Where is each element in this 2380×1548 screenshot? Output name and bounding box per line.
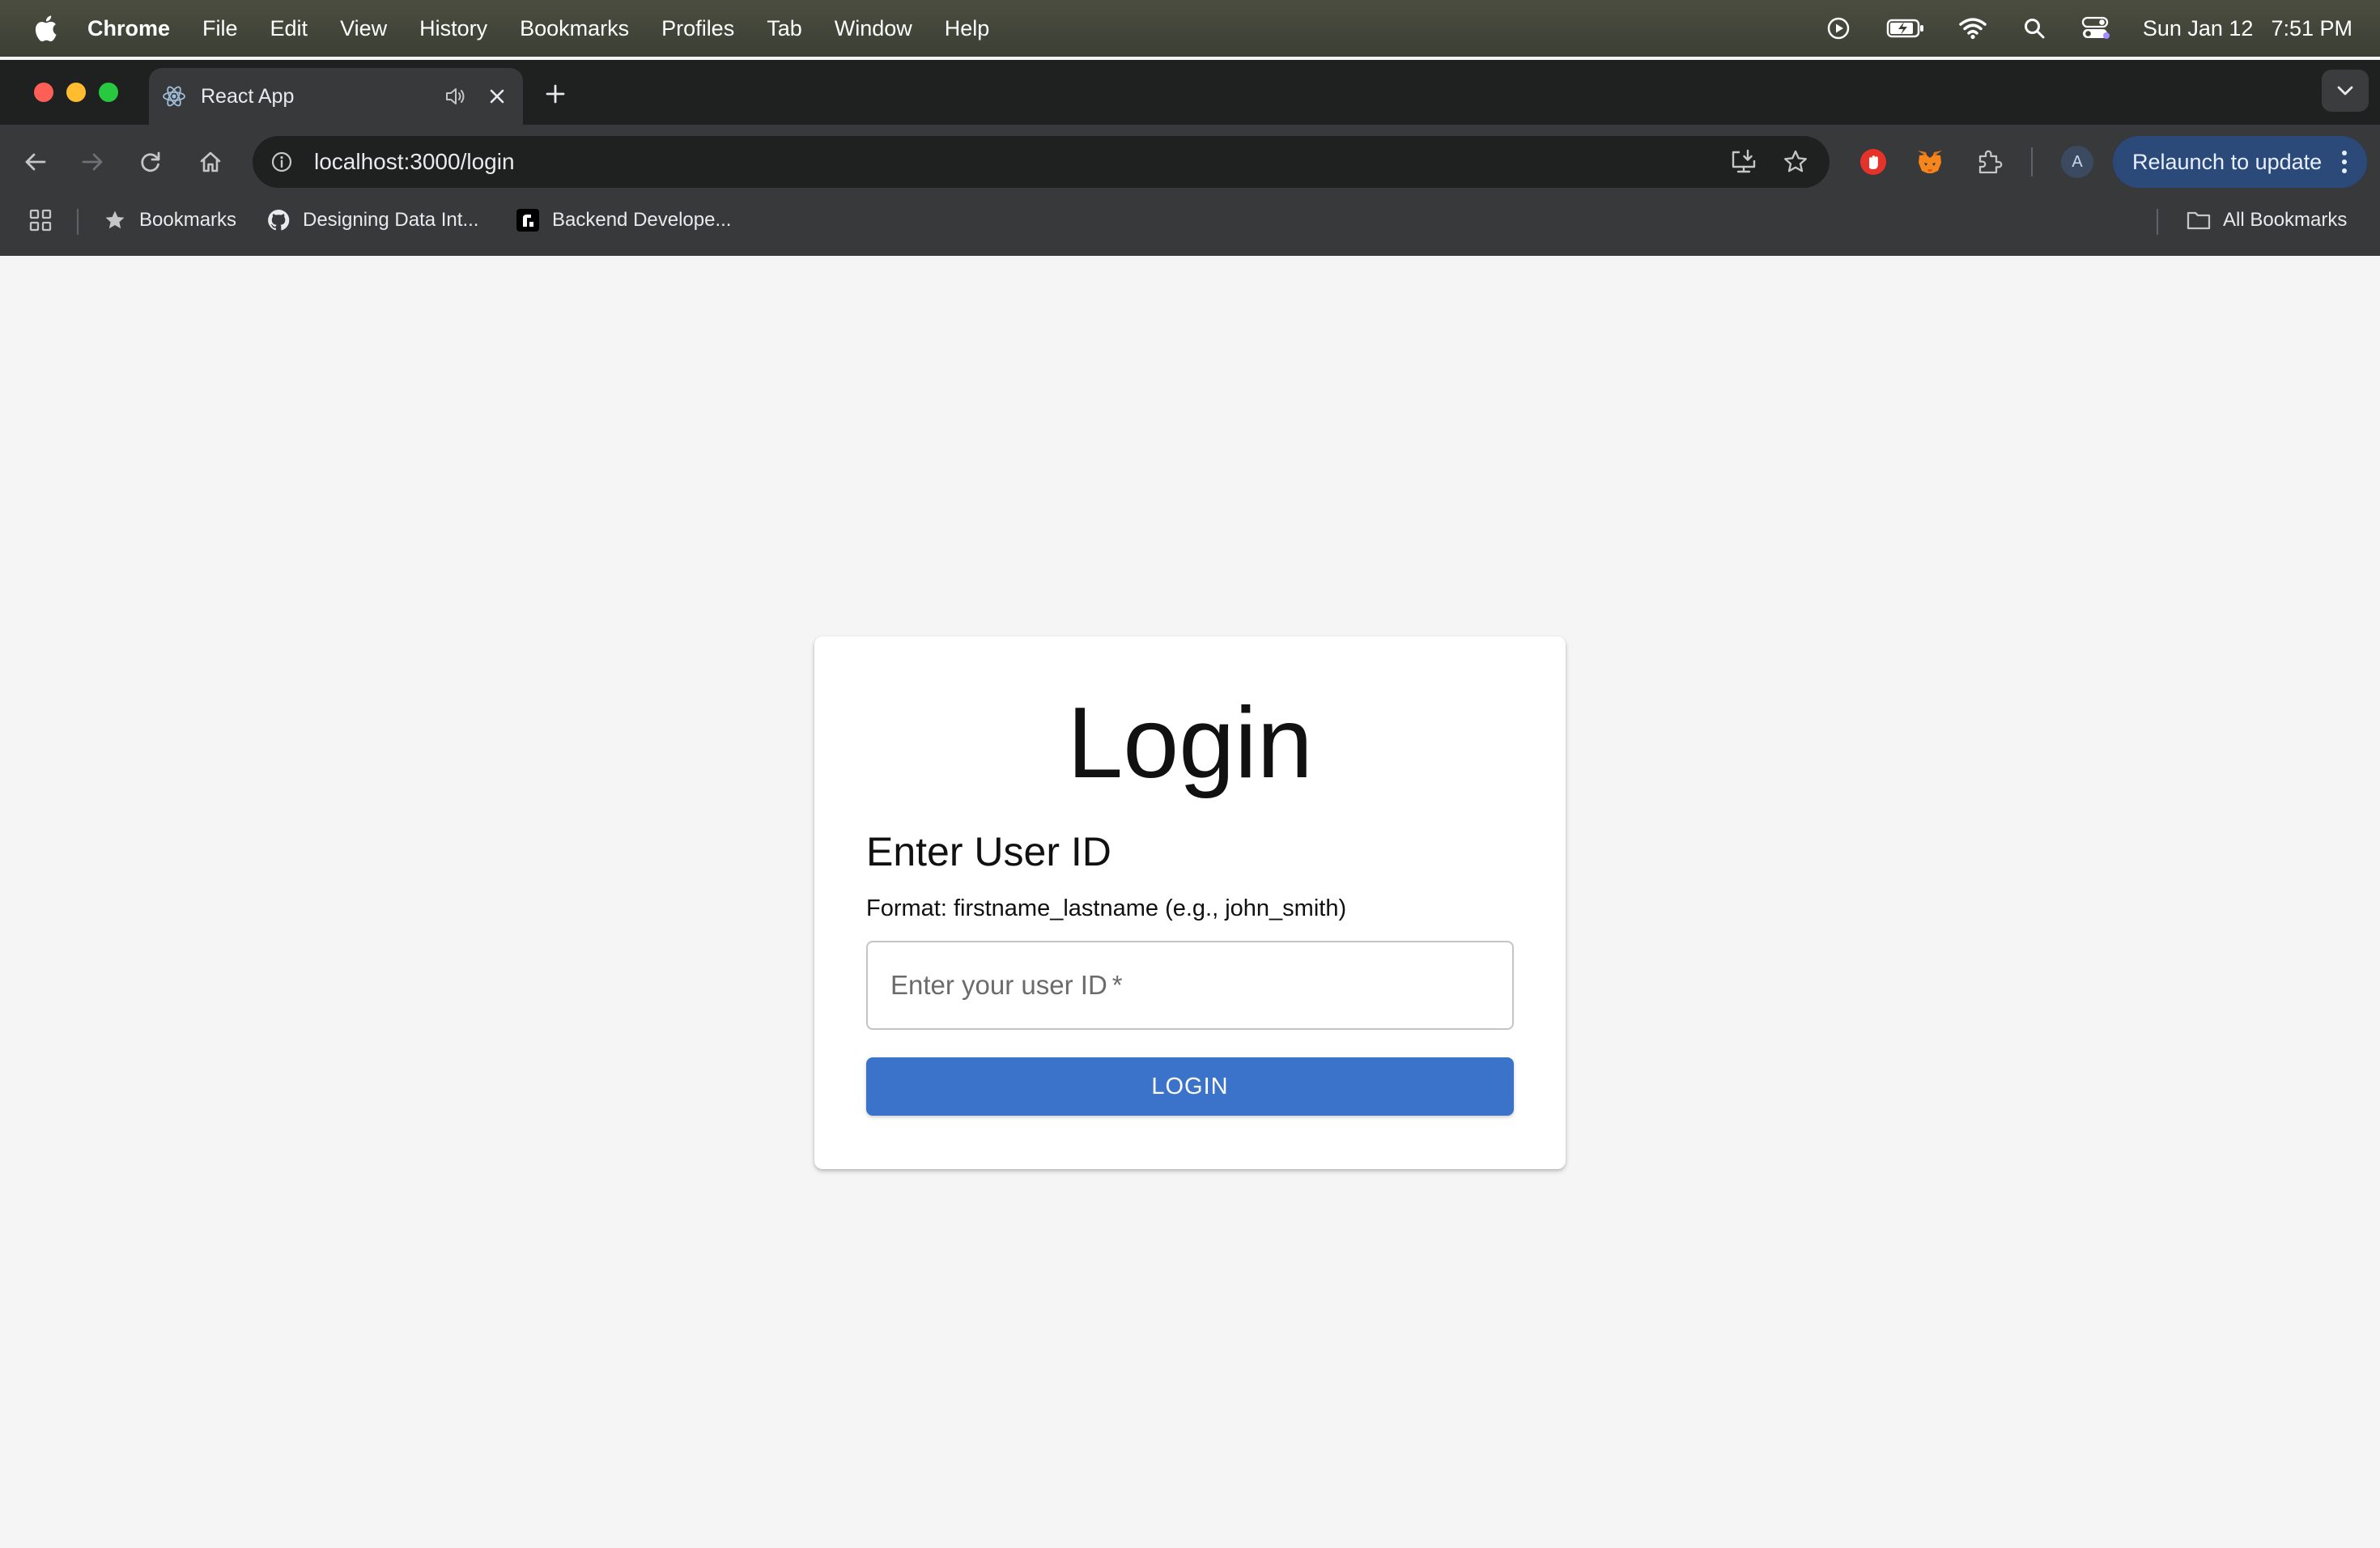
login-button[interactable]: LOGIN: [866, 1057, 1514, 1116]
address-bar-url[interactable]: localhost:3000/login: [314, 149, 1726, 175]
play-icon[interactable]: [1824, 14, 1853, 43]
window-minimize-button[interactable]: [66, 83, 86, 102]
macos-menu-bar: Chrome File Edit View History Bookmarks …: [0, 0, 2380, 57]
spotlight-search-icon[interactable]: [2020, 14, 2049, 43]
menu-view[interactable]: View: [340, 16, 387, 41]
browser-tab-strip: React App: [0, 60, 2380, 125]
apps-grid-icon-glyph: [28, 207, 53, 233]
menu-history[interactable]: History: [419, 16, 487, 41]
enter-user-id-heading: Enter User ID: [866, 829, 1111, 874]
menu-bookmarks[interactable]: Bookmarks: [520, 16, 629, 41]
menu-tab[interactable]: Tab: [767, 16, 802, 41]
relaunch-to-update-button[interactable]: Relaunch to update: [2113, 136, 2367, 188]
apple-menu-icon[interactable]: [29, 12, 62, 45]
metamask-fox-icon[interactable]: [1910, 142, 1949, 181]
battery-icon[interactable]: [1885, 14, 1926, 43]
bookmark-item-bookmarks[interactable]: Bookmarks: [102, 199, 236, 241]
more-vertical-icon[interactable]: [2336, 147, 2352, 176]
roadmap-logo-icon: [515, 207, 541, 233]
wifi-icon[interactable]: [1958, 14, 1987, 43]
window-close-button[interactable]: [34, 83, 53, 102]
react-logo-icon: [160, 83, 188, 110]
browser-toolbar: localhost:3000/login A Relaunch to updat…: [0, 125, 2380, 199]
tab-react-app[interactable]: React App: [149, 68, 523, 125]
bookmark-label: Bookmarks: [139, 209, 237, 231]
menu-profiles[interactable]: Profiles: [661, 16, 734, 41]
new-tab-plus-icon[interactable]: [541, 79, 570, 108]
toolbar-divider: [2031, 147, 2033, 176]
profile-avatar[interactable]: A: [2061, 146, 2093, 178]
reload-icon[interactable]: [133, 144, 168, 180]
window-zoom-button[interactable]: [99, 83, 118, 102]
menu-app-name[interactable]: Chrome: [87, 16, 170, 41]
tab-search-chevron-down-icon[interactable]: [2322, 70, 2369, 112]
tab-close-icon[interactable]: [484, 83, 510, 109]
extensions-puzzle-icon[interactable]: [1970, 142, 2009, 181]
menu-window[interactable]: Window: [835, 16, 912, 41]
clock-time: 7:51 PM: [2271, 15, 2352, 40]
back-arrow-icon[interactable]: [18, 144, 53, 180]
menu-bar-clock[interactable]: Sun Jan 12 7:51 PM: [2143, 16, 2352, 41]
all-bookmarks-label: All Bookmarks: [2223, 209, 2348, 231]
github-icon: [266, 207, 291, 233]
user-id-placeholder: Enter your user ID: [890, 970, 1107, 1000]
home-icon[interactable]: [193, 144, 228, 180]
forward-arrow-icon[interactable]: [74, 144, 110, 180]
adblock-extension-icon[interactable]: [1854, 142, 1893, 181]
bookmark-star-icon[interactable]: [1778, 144, 1813, 180]
bookmarks-divider: [77, 209, 79, 235]
bookmark-item-backend-developer[interactable]: Backend Develope...: [515, 199, 731, 241]
tab-title: React App: [201, 84, 295, 108]
format-hint: Format: firstname_lastname (e.g., john_s…: [866, 895, 1347, 921]
bookmark-label: Designing Data Int...: [303, 209, 479, 231]
clock-date: Sun Jan 12: [2142, 15, 2254, 40]
install-app-icon[interactable]: [1726, 144, 1762, 180]
menu-help[interactable]: Help: [945, 16, 990, 41]
relaunch-label: Relaunch to update: [2132, 149, 2323, 174]
bookmarks-bar: Bookmarks Designing Data Int... Backend …: [0, 199, 2380, 256]
login-card: Login Enter User ID Format: firstname_la…: [814, 636, 1566, 1169]
bookmarks-divider-right: [2157, 209, 2158, 235]
apps-grid-icon[interactable]: [28, 199, 53, 241]
folder-icon: [2186, 207, 2212, 233]
menu-file[interactable]: File: [202, 16, 238, 41]
menu-edit[interactable]: Edit: [270, 16, 308, 41]
login-title: Login: [1067, 687, 1313, 799]
tab-audio-icon[interactable]: [442, 83, 468, 109]
star-icon: [102, 207, 128, 233]
all-bookmarks-button[interactable]: All Bookmarks: [2186, 199, 2347, 241]
user-id-input[interactable]: Enter your user ID *: [866, 941, 1514, 1030]
control-center-icon[interactable]: [2081, 14, 2110, 43]
required-asterisk: *: [1111, 970, 1123, 1000]
bookmark-item-designing-data[interactable]: Designing Data Int...: [266, 199, 478, 241]
bookmark-label: Backend Develope...: [552, 209, 732, 231]
site-info-icon[interactable]: [266, 146, 298, 178]
address-bar[interactable]: localhost:3000/login: [253, 136, 1830, 188]
menu-bar-status-area: Sun Jan 12 7:51 PM: [1824, 0, 2352, 57]
